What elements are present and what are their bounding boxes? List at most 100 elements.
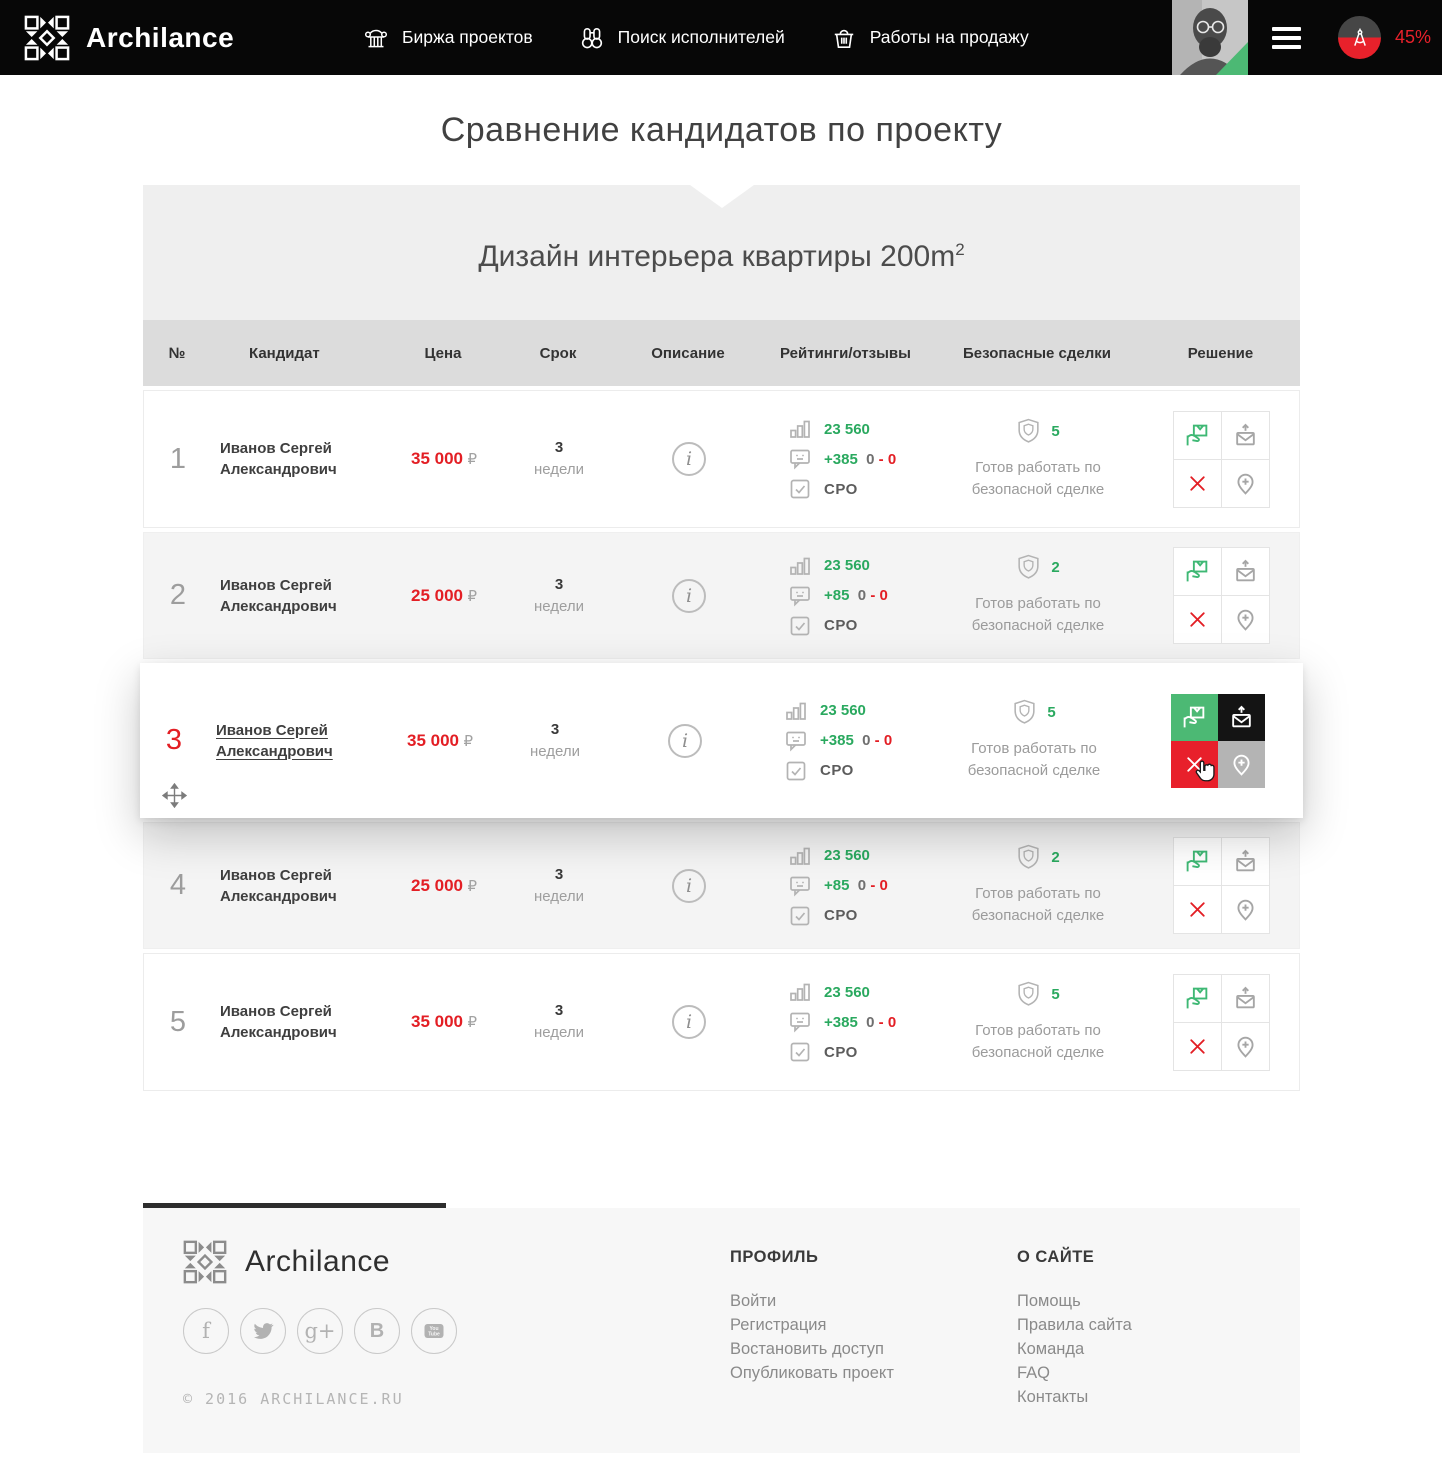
cert-line: СРО	[789, 905, 934, 927]
reject-button[interactable]	[1174, 886, 1221, 933]
ruble-sign: ₽	[467, 451, 477, 468]
main-nav: Биржа проектов Поиск исполнителей	[363, 0, 1029, 75]
nav-label: Работы на продажу	[870, 27, 1029, 48]
cert-line: СРО	[789, 1041, 934, 1063]
send-message-button[interactable]	[1222, 838, 1269, 885]
description-cell: i	[619, 579, 759, 613]
send-message-button[interactable]	[1222, 975, 1269, 1022]
add-location-button[interactable]	[1222, 886, 1269, 933]
footer-brand[interactable]: Archilance	[183, 1240, 390, 1284]
candidate-row: 5 Иванов Сергей Александрович 35 000 ₽ 3…	[143, 953, 1300, 1091]
brand[interactable]: Archilance	[24, 0, 234, 75]
footer-link-register[interactable]: Регистрация	[730, 1313, 894, 1337]
term-cell: 3 недели	[499, 864, 619, 908]
add-location-button[interactable]	[1218, 741, 1265, 788]
accept-deal-button[interactable]	[1174, 412, 1221, 459]
social-links: f g+ В YouTube	[183, 1308, 457, 1354]
footer-link-team[interactable]: Команда	[1017, 1337, 1132, 1361]
safe-deals-text: Готов работать по безопасной сделке	[952, 883, 1124, 927]
footer-link-restore-access[interactable]: Востановить доступ	[730, 1337, 894, 1361]
description-cell: i	[619, 869, 759, 903]
nav-label: Поиск исполнителей	[618, 27, 785, 48]
footer-link-login[interactable]: Войти	[730, 1289, 894, 1313]
footer-link-faq[interactable]: FAQ	[1017, 1361, 1132, 1385]
candidate-name-link[interactable]: Иванов Сергей Александрович	[212, 438, 362, 480]
google-plus-icon[interactable]: g+	[297, 1308, 343, 1354]
reject-button[interactable]	[1174, 1023, 1221, 1070]
drag-handle[interactable]	[162, 783, 187, 808]
footer-link-help[interactable]: Помощь	[1017, 1289, 1132, 1313]
term-unit: недели	[495, 741, 615, 763]
youtube-icon[interactable]: YouTube	[411, 1308, 457, 1354]
profile-completeness-gauge[interactable]	[1338, 16, 1381, 59]
add-location-button[interactable]	[1222, 1023, 1269, 1070]
reviews-values: +385 0 - 0	[824, 451, 896, 468]
reviews-bubble-icon	[789, 1011, 811, 1033]
accept-deal-button[interactable]	[1174, 838, 1221, 885]
term-value: 3	[495, 719, 615, 741]
info-icon[interactable]: i	[672, 1005, 706, 1039]
accept-deal-button[interactable]	[1171, 694, 1218, 741]
candidates-table: № Кандидат Цена Срок Описание Рейтинги/о…	[143, 320, 1300, 1091]
info-icon[interactable]: i	[672, 442, 706, 476]
shield-icon	[1012, 699, 1037, 726]
footer-link-contacts[interactable]: Контакты	[1017, 1385, 1132, 1409]
info-icon[interactable]: i	[672, 579, 706, 613]
pin-plus-icon	[1233, 1034, 1258, 1059]
description-cell: i	[619, 1005, 759, 1039]
description-cell: i	[615, 724, 755, 758]
footer-link-site-rules[interactable]: Правила сайта	[1017, 1313, 1132, 1337]
user-avatar[interactable]	[1172, 0, 1248, 75]
decision-buttons	[1173, 547, 1270, 644]
decision-cell	[1142, 411, 1301, 508]
candidate-name-link[interactable]: Иванов Сергей Александрович	[212, 1001, 362, 1043]
ruble-sign: ₽	[467, 878, 477, 895]
nav-item-find-contractors[interactable]: Поиск исполнителей	[579, 25, 785, 51]
cert-label: СРО	[824, 1044, 858, 1061]
nav-item-works-for-sale[interactable]: Работы на продажу	[831, 25, 1029, 51]
send-message-button[interactable]	[1218, 694, 1265, 741]
ratings-cell: 23 560 +385 0 - 0	[755, 700, 930, 782]
candidate-name-link[interactable]: Иванов Сергей Александрович	[208, 720, 358, 762]
nav-item-projects-exchange[interactable]: Биржа проектов	[363, 25, 533, 51]
vk-icon[interactable]: В	[354, 1308, 400, 1354]
safe-deals-count: 5	[1051, 423, 1059, 440]
candidate-name-link[interactable]: Иванов Сергей Александрович	[212, 575, 362, 617]
info-icon[interactable]: i	[668, 724, 702, 758]
price-value: 35 000	[407, 731, 459, 750]
row-number: 1	[144, 443, 212, 476]
accept-deal-button[interactable]	[1174, 548, 1221, 595]
send-message-button[interactable]	[1222, 412, 1269, 459]
reviews-bubble-icon	[789, 448, 811, 470]
description-cell: i	[619, 442, 759, 476]
price-cell: 25 000 ₽	[389, 876, 499, 896]
checkbox-icon	[789, 478, 811, 500]
add-location-button[interactable]	[1222, 596, 1269, 643]
twitter-icon[interactable]	[240, 1308, 286, 1354]
reject-button[interactable]	[1171, 741, 1218, 788]
accept-deal-button[interactable]	[1174, 975, 1221, 1022]
rating-value: 23 560	[824, 984, 870, 1001]
candidate-name-link[interactable]: Иванов Сергей Александрович	[212, 865, 362, 907]
reviews-values: +85 0 - 0	[824, 877, 888, 894]
send-message-button[interactable]	[1222, 548, 1269, 595]
menu-icon[interactable]	[1272, 27, 1301, 49]
add-location-button[interactable]	[1222, 460, 1269, 507]
copyright: © 2016 ARCHILANCE.RU	[183, 1390, 404, 1408]
reject-button[interactable]	[1174, 596, 1221, 643]
send-message-icon	[1233, 986, 1258, 1011]
rating-line: 23 560	[789, 555, 934, 577]
reject-button[interactable]	[1174, 460, 1221, 507]
footer-link-publish-project[interactable]: Опубликовать проект	[730, 1361, 894, 1385]
safe-deals-text: Готов работать по безопасной сделке	[952, 457, 1124, 501]
candidate-row: 4 Иванов Сергей Александрович 25 000 ₽ 3…	[143, 822, 1300, 949]
safe-deals-text: Готов работать по безопасной сделке	[952, 1020, 1124, 1064]
ruble-sign: ₽	[463, 733, 473, 750]
info-icon[interactable]: i	[672, 869, 706, 903]
facebook-icon[interactable]: f	[183, 1308, 229, 1354]
candidate-row: 2 Иванов Сергей Александрович 25 000 ₽ 3…	[143, 532, 1300, 659]
safe-deals-count-line: 5	[934, 981, 1142, 1008]
term-unit: недели	[499, 886, 619, 908]
term-value: 3	[499, 574, 619, 596]
col-header-ratings: Рейтинги/отзывы	[758, 345, 933, 362]
